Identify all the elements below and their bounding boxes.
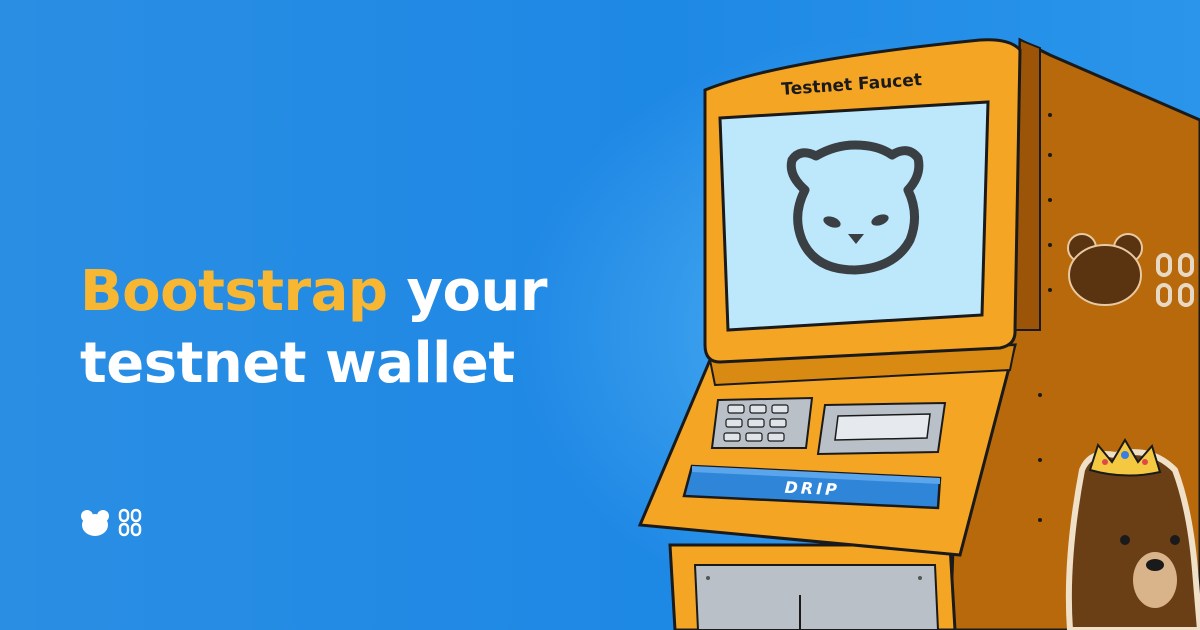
machine-control-panel: DRIP [637,343,1017,557]
headline-line1-rest: your [387,259,547,324]
faucet-machine-illustration: DRIP Testnet Faucet [637,37,1200,630]
headline-accent: Bootstrap [80,259,388,324]
headline-line2: testnet wallet [80,331,515,396]
headline: Bootstrap your testnet wallet [80,256,547,400]
drip-button-label: DRIP [784,478,840,499]
brand-logos [80,508,142,538]
machine-lower-cabinet [668,543,957,630]
card-slot [816,401,947,456]
bear-logo-icon [81,510,109,536]
machine-screen [718,100,990,332]
keypad [710,396,814,449]
chain-link-icon [118,508,142,537]
side-bear-logo-icon [1067,233,1143,306]
